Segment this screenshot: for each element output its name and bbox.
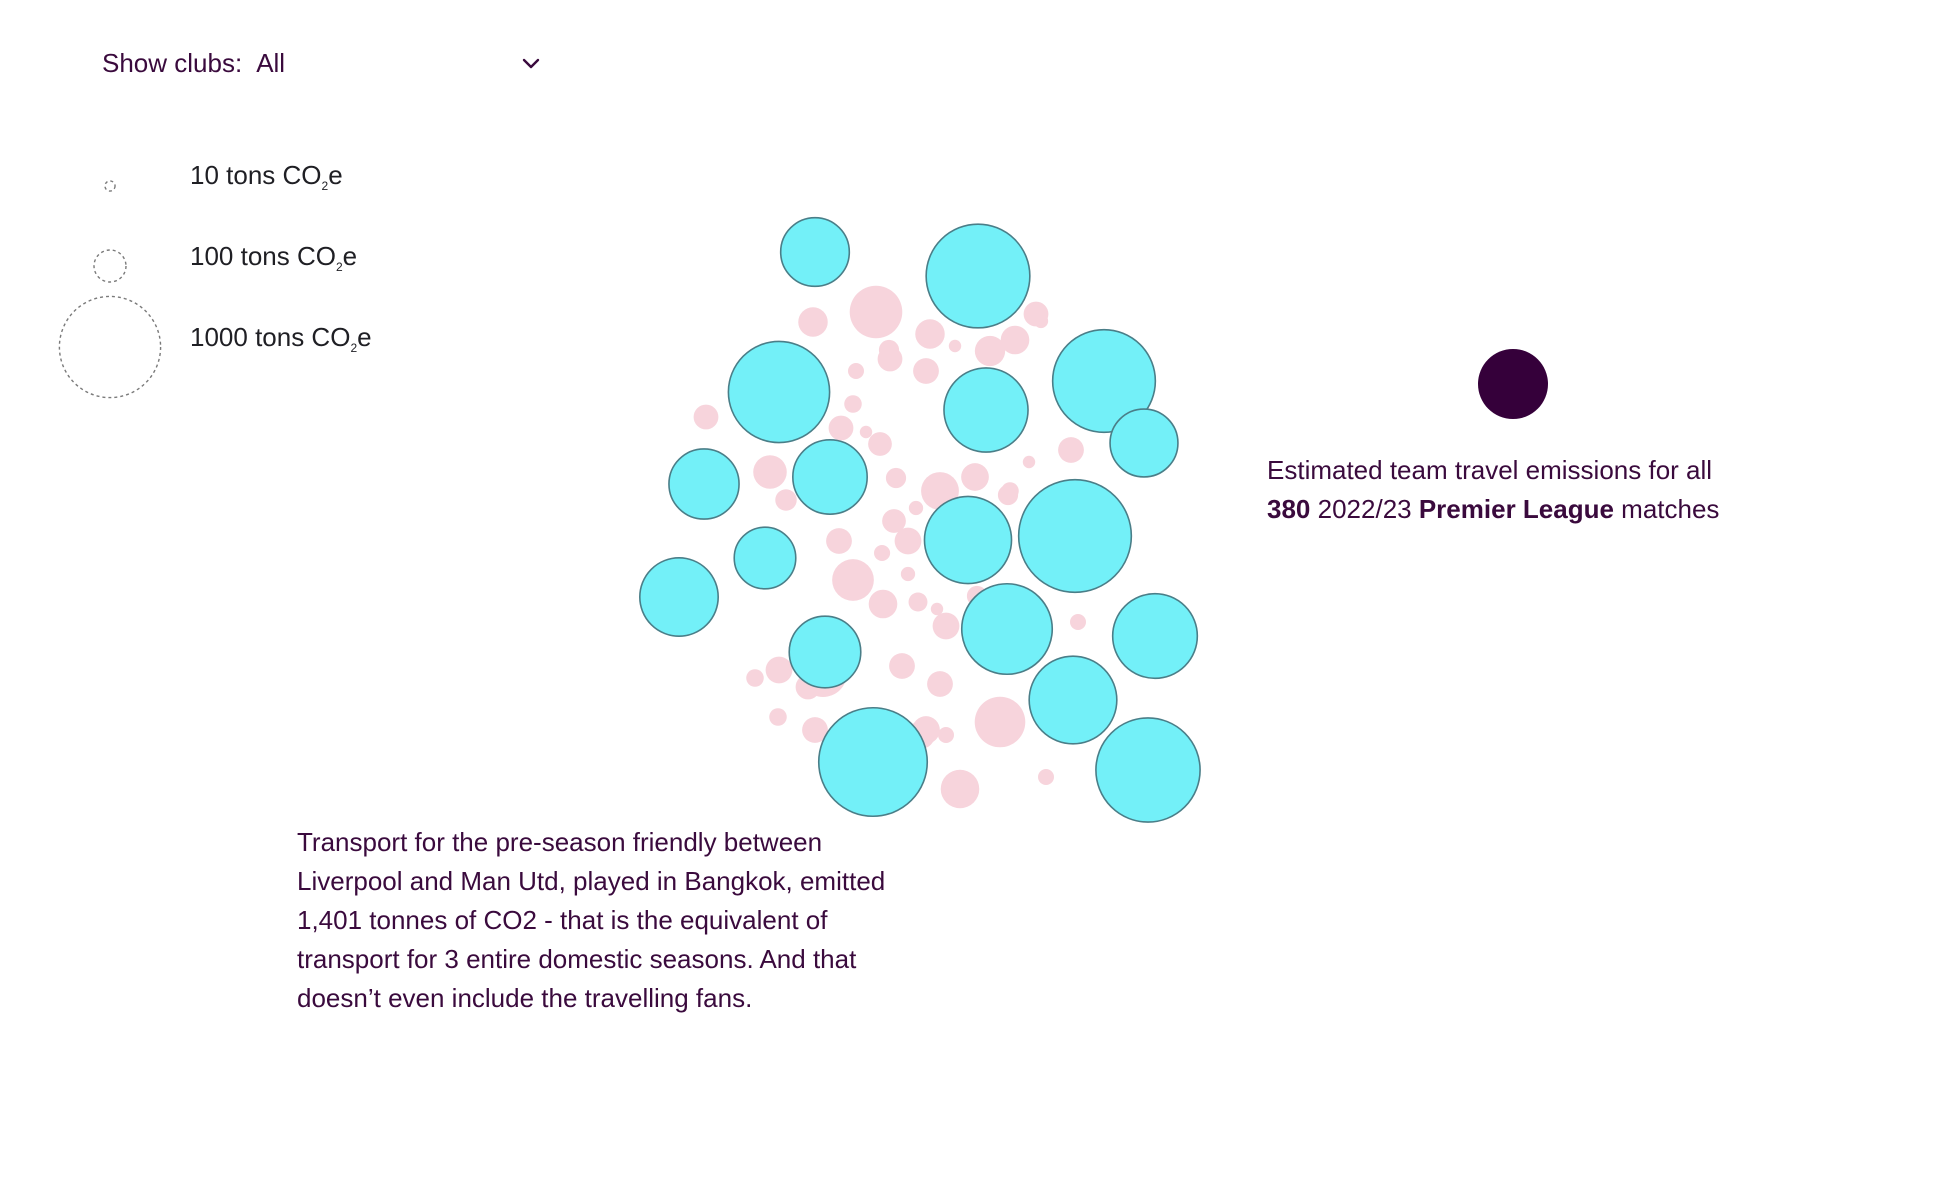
match-bubble[interactable] [900,566,916,582]
highlighted-match-bubble[interactable] [1111,592,1199,680]
highlighted-match-bubble[interactable] [817,706,929,818]
match-bubble[interactable] [874,545,890,561]
highlighted-match-bubble[interactable] [639,557,719,637]
match-bubble[interactable] [940,769,980,809]
highlighted-match-bubble[interactable] [943,367,1029,453]
summary-line: Estimated team travel emissions for all [1267,455,1713,485]
match-bubble[interactable] [961,463,989,491]
summary-league: Premier League [1418,494,1614,524]
match-bubble[interactable] [908,500,924,516]
match-bubble[interactable] [1033,313,1049,329]
match-bubble[interactable] [769,708,787,726]
match-bubble[interactable] [948,339,962,353]
match-bubble[interactable] [775,489,797,511]
match-bubble-cluster [639,216,1201,823]
match-bubble[interactable] [828,415,854,441]
highlighted-match-bubble[interactable] [925,223,1031,329]
highlighted-match-bubble[interactable] [1095,717,1201,823]
match-bubble[interactable] [992,710,1016,734]
match-bubble[interactable] [746,669,764,687]
match-bubble[interactable] [1038,769,1054,785]
match-bubble[interactable] [848,363,864,379]
match-bubble[interactable] [1070,614,1086,630]
highlighted-match-bubble[interactable] [668,448,740,520]
match-bubble[interactable] [765,656,793,684]
highlighted-match-bubble[interactable] [792,439,868,515]
match-bubble[interactable] [892,660,908,676]
match-bubble[interactable] [868,432,892,456]
match-bubble[interactable] [915,319,945,349]
match-bubble[interactable] [693,404,719,430]
match-bubble[interactable] [932,612,960,640]
match-bubble[interactable] [753,455,787,489]
highlighted-match-bubble[interactable] [1017,478,1133,594]
match-bubble[interactable] [859,425,873,439]
match-bubble[interactable] [908,592,928,612]
match-bubble[interactable] [913,358,939,384]
highlighted-match-bubble[interactable] [923,495,1013,585]
match-bubble[interactable] [930,602,944,616]
match-bubble[interactable] [1001,482,1019,500]
match-bubble[interactable] [927,671,953,697]
match-bubble[interactable] [938,727,954,743]
match-bubble[interactable] [826,528,852,554]
match-bubble[interactable] [849,285,903,339]
match-bubble[interactable] [894,527,922,555]
bangkok-annotation: Transport for the pre-season friendly be… [297,827,886,1013]
highlighted-match-bubble[interactable] [788,615,862,689]
match-bubble[interactable] [798,307,828,337]
summary-season: 2022/23 [1317,494,1412,524]
highlighted-match-bubble[interactable] [1109,408,1179,478]
match-bubble[interactable] [885,467,907,489]
match-bubble[interactable] [844,395,862,413]
highlighted-match-bubble[interactable] [960,582,1054,676]
season-total-dot[interactable] [1478,349,1548,419]
highlighted-match-bubble[interactable] [1028,655,1118,745]
season-summary: Estimated team travel emissions for all … [1267,451,1807,529]
match-bubble[interactable] [974,335,1006,367]
match-bubble[interactable] [832,559,874,601]
match-bubble[interactable] [1058,437,1084,463]
summary-count: 380 [1267,494,1311,524]
match-bubble[interactable] [872,594,888,610]
highlighted-match-bubble[interactable] [779,216,851,288]
highlighted-match-bubble[interactable] [727,340,831,444]
summary-tail: matches [1621,494,1720,524]
highlighted-match-bubble[interactable] [733,526,797,590]
match-bubble[interactable] [878,339,900,361]
match-bubble[interactable] [1022,455,1036,469]
